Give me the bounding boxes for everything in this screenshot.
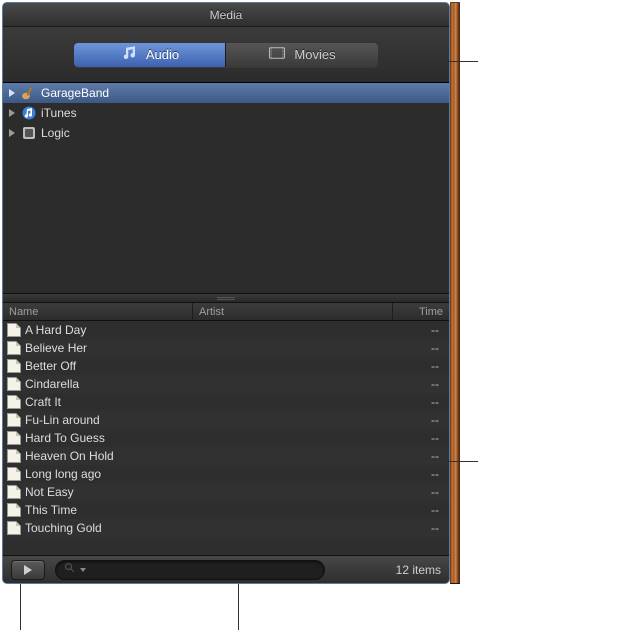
table-row[interactable]: Cindarella -- (3, 375, 449, 393)
source-tree[interactable]: GarageBand iTunes Logic (3, 83, 449, 293)
track-name: Long long ago (25, 467, 101, 481)
track-time: -- (393, 377, 449, 391)
table-row[interactable]: Craft It -- (3, 393, 449, 411)
callout-line (20, 584, 21, 630)
audio-file-icon (7, 521, 21, 535)
column-header-name[interactable]: Name (3, 303, 193, 320)
source-item-label: Logic (41, 126, 70, 140)
track-time: -- (393, 359, 449, 373)
table-row[interactable]: Better Off -- (3, 357, 449, 375)
play-icon (24, 565, 32, 575)
pane-splitter[interactable] (3, 293, 449, 303)
audio-file-icon (7, 467, 21, 481)
callout-line (398, 61, 478, 62)
tab-movies-label: Movies (294, 47, 335, 62)
source-item-itunes[interactable]: iTunes (3, 103, 449, 123)
table-row[interactable]: Touching Gold -- (3, 519, 449, 537)
movies-icon (268, 46, 286, 63)
track-name: Cindarella (25, 377, 79, 391)
wood-side-texture (450, 2, 460, 584)
tab-audio-label: Audio (146, 47, 179, 62)
audio-file-icon (7, 323, 21, 337)
track-list[interactable]: A Hard Day--Believe Her--Better Off--Cin… (3, 321, 449, 555)
track-name: Craft It (25, 395, 61, 409)
audio-file-icon (7, 341, 21, 355)
search-menu-chevron-icon[interactable] (80, 568, 86, 572)
track-time: -- (393, 431, 449, 445)
track-name: Better Off (25, 359, 76, 373)
track-time: -- (393, 395, 449, 409)
track-name: This Time (25, 503, 77, 517)
track-time: -- (393, 341, 449, 355)
audio-file-icon (7, 503, 21, 517)
search-field[interactable] (55, 560, 325, 580)
media-browser-panel: Media Audio Movies GarageBand (2, 2, 450, 584)
disclosure-triangle-icon[interactable] (9, 89, 15, 97)
audio-file-icon (7, 413, 21, 427)
column-header-time[interactable]: Time (393, 303, 449, 320)
table-row[interactable]: Hard To Guess -- (3, 429, 449, 447)
audio-file-icon (7, 431, 21, 445)
track-name: A Hard Day (25, 323, 86, 337)
track-name: Fu-Lin around (25, 413, 100, 427)
audio-file-icon (7, 377, 21, 391)
table-row[interactable]: This Time -- (3, 501, 449, 519)
track-name: Heaven On Hold (25, 449, 114, 463)
column-header-artist[interactable]: Artist (193, 303, 393, 320)
media-type-tabs: Audio Movies (3, 27, 449, 83)
disclosure-triangle-icon[interactable] (9, 109, 15, 117)
audio-file-icon (7, 449, 21, 463)
table-row[interactable]: Not Easy -- (3, 483, 449, 501)
callout-line (238, 584, 239, 630)
audio-file-icon (7, 359, 21, 373)
track-time: -- (393, 413, 449, 427)
track-name: Touching Gold (25, 521, 102, 535)
disclosure-triangle-icon[interactable] (9, 129, 15, 137)
audio-file-icon (7, 395, 21, 409)
itunes-icon (21, 105, 37, 121)
track-name: Believe Her (25, 341, 87, 355)
table-row[interactable]: Believe Her -- (3, 339, 449, 357)
track-time: -- (393, 323, 449, 337)
track-time: -- (393, 485, 449, 499)
track-time: -- (393, 521, 449, 535)
tab-audio[interactable]: Audio (74, 43, 226, 67)
search-icon (64, 562, 76, 577)
search-input[interactable] (90, 564, 316, 576)
tab-movies[interactable]: Movies (226, 43, 378, 67)
garageband-icon (21, 85, 37, 101)
table-row[interactable]: Heaven On Hold-- (3, 447, 449, 465)
play-button[interactable] (11, 560, 45, 580)
track-time: -- (393, 467, 449, 481)
track-name: Hard To Guess (25, 431, 105, 445)
source-item-label: GarageBand (41, 86, 109, 100)
callout-line (398, 461, 478, 462)
item-count-label: 12 items (396, 563, 441, 577)
source-item-garageband[interactable]: GarageBand (3, 83, 449, 103)
table-row[interactable]: Fu-Lin around -- (3, 411, 449, 429)
audio-file-icon (7, 485, 21, 499)
audio-icon (120, 46, 138, 63)
track-name: Not Easy (25, 485, 74, 499)
segmented-control: Audio Movies (74, 43, 378, 67)
logic-icon (21, 125, 37, 141)
source-item-logic[interactable]: Logic (3, 123, 449, 143)
footer-bar: 12 items (3, 555, 449, 583)
window-title: Media (3, 3, 449, 27)
track-time: -- (393, 503, 449, 517)
table-row[interactable]: A Hard Day -- (3, 321, 449, 339)
source-item-label: iTunes (41, 106, 77, 120)
column-headers: Name Artist Time (3, 303, 449, 321)
table-row[interactable]: Long long ago -- (3, 465, 449, 483)
